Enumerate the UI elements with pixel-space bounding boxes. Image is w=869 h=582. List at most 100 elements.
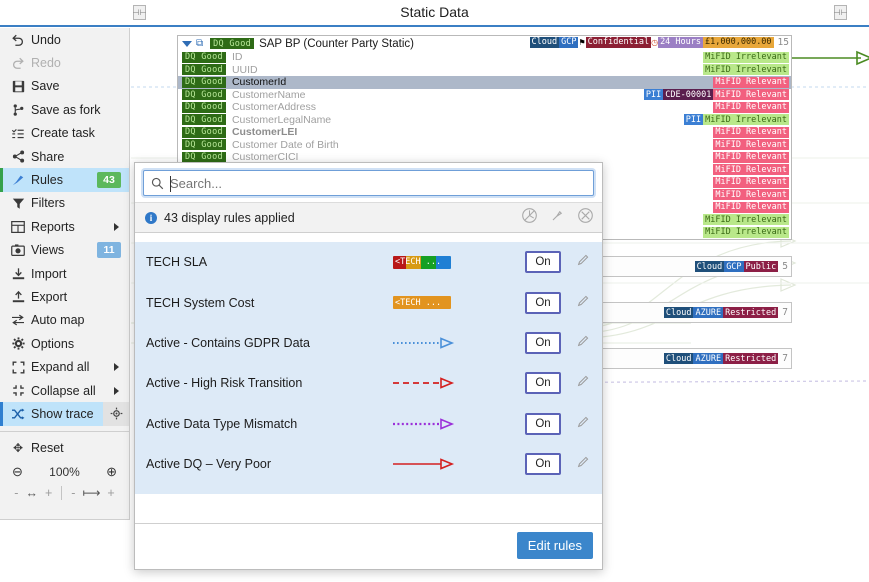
tree-row[interactable]: DQ Good CustomerAddress MiFID Relevant: [178, 101, 791, 114]
rule-toggle[interactable]: On: [525, 251, 561, 274]
tag-provider: AZURE: [693, 307, 724, 318]
row-tag: MiFID Relevant: [713, 101, 789, 113]
sidebar-item-export[interactable]: Export: [0, 285, 129, 308]
row-tag: MiFID Relevant: [713, 76, 789, 88]
sidebar-item-auto-map[interactable]: Auto map: [0, 309, 129, 332]
clear-rules-icon[interactable]: [577, 207, 594, 229]
tag-classification: Restricted: [723, 307, 779, 318]
rule-row[interactable]: Active - Contains GDPR Data On: [135, 322, 602, 364]
rule-toggle[interactable]: On: [525, 331, 561, 354]
zoom-out-icon[interactable]: ⊖: [12, 464, 23, 480]
sidebar-item-save-as-fork[interactable]: Save as fork: [0, 98, 129, 121]
sidebar-item-views[interactable]: Views 11: [0, 239, 129, 262]
rule-row[interactable]: TECH SLA <TECH ... On: [135, 242, 602, 283]
width-increase-button[interactable]: +: [45, 486, 52, 500]
fit-width-icon[interactable]: ↔: [25, 486, 38, 500]
sidebar-menu[interactable]: Undo Redo Save Save as fork Create task Share…: [0, 28, 130, 520]
edit-rules-button[interactable]: Edit rules: [516, 532, 593, 559]
pencil-icon[interactable]: [577, 334, 590, 352]
tree-row[interactable]: DQ Good ID MiFID Irrelevant: [178, 51, 791, 64]
chevron-right-icon[interactable]: [114, 363, 119, 372]
pencil-icon[interactable]: [577, 374, 590, 392]
tree-row-label: ID: [231, 51, 243, 64]
collapse-right-panel-button[interactable]: ⊣⊢: [834, 5, 847, 20]
search-area: [135, 163, 602, 202]
sidebar-item-options[interactable]: Options: [0, 332, 129, 355]
sidebar-item-undo[interactable]: Undo: [0, 28, 129, 51]
row-tag: MiFID Relevant: [713, 139, 789, 151]
rule-row[interactable]: Active DQ – ModerateOn: [135, 484, 602, 494]
rule-row[interactable]: Active - High Risk Transition On: [135, 363, 602, 404]
tree-row[interactable]: DQ Good CustomerLegalName PII MiFID Irrelev…: [178, 114, 791, 127]
sidebar-item-show-trace[interactable]: Show trace: [0, 402, 129, 427]
sidebar-item-label: Filters: [31, 196, 66, 211]
task-icon: [8, 125, 28, 141]
row-tag: MiFID Irrelevant: [703, 114, 789, 126]
tree-row-tags: MiFID Relevant: [713, 164, 789, 177]
dialog-toolbar: [521, 207, 594, 229]
search-input[interactable]: [170, 175, 593, 191]
rule-style-preview: <TECH ...: [393, 250, 513, 274]
dq-badge: DQ Good: [182, 101, 226, 113]
node-header[interactable]: ⧉ DQ Good SAP BP (Counter Party Static) …: [178, 36, 791, 51]
sidebar-item-redo[interactable]: Redo: [0, 51, 129, 74]
import-icon: [8, 266, 28, 282]
rule-row[interactable]: Active DQ – Very Poor On: [135, 443, 602, 485]
tree-row[interactable]: DQ Good Customer Date of Birth MiFID Relev…: [178, 139, 791, 152]
height-increase-button[interactable]: +: [107, 486, 114, 500]
fit-height-icon[interactable]: ⟼: [82, 485, 100, 500]
zoom-in-icon[interactable]: ⊕: [106, 464, 117, 480]
tree-row-tags: MiFID Relevant: [713, 176, 789, 189]
sidebar-item-rules[interactable]: Rules 43: [0, 168, 129, 193]
sidebar-item-save[interactable]: Save: [0, 75, 129, 98]
node-count: 15: [777, 36, 789, 48]
sidebar-item-create-task[interactable]: Create task: [0, 122, 129, 145]
pencil-icon[interactable]: [577, 253, 590, 271]
save-icon: [8, 78, 28, 94]
brush-icon[interactable]: [550, 208, 565, 228]
tag-classification: Restricted: [723, 353, 779, 364]
tree-row[interactable]: DQ Good CustomerId MiFID Relevant: [178, 76, 791, 89]
chevron-right-icon[interactable]: [114, 223, 119, 232]
height-decrease-button[interactable]: -: [71, 486, 75, 500]
sidebar-item-reports[interactable]: Reports: [0, 215, 129, 238]
sidebar-item-filters[interactable]: Filters: [0, 192, 129, 215]
sidebar-item-collapse-all[interactable]: Collapse all: [0, 379, 129, 402]
tree-row[interactable]: DQ Good CustomerName PII CDE-00001 MiFID Rel…: [178, 89, 791, 102]
tree-row[interactable]: DQ Good UUID MiFID Irrelevant: [178, 64, 791, 77]
tag-value: £1,000,000.00: [703, 36, 774, 48]
display-rules-dialog[interactable]: i 43 display rules applied TECH SLA <TECH…: [134, 162, 603, 570]
rule-toggle[interactable]: On: [525, 291, 561, 314]
open-external-icon[interactable]: ⧉: [196, 38, 203, 49]
spacing-control-row[interactable]: - ↔ + - ⟼ +: [0, 482, 129, 503]
rule-name: Active - High Risk Transition: [146, 376, 303, 391]
chevron-right-icon[interactable]: [114, 386, 119, 395]
pencil-icon[interactable]: [577, 415, 590, 433]
tree-row-tags: MiFID Relevant: [713, 151, 789, 164]
rule-toggle[interactable]: On: [525, 412, 561, 435]
caret-down-icon[interactable]: [182, 40, 192, 47]
rule-row[interactable]: Active Data Type Mismatch On: [135, 403, 602, 444]
pencil-icon[interactable]: [577, 455, 590, 473]
node-header-tags: Cloud GCP ⚑ Confidential ◷ 24 Hours £1,0…: [529, 36, 789, 49]
rule-toggle[interactable]: On: [525, 372, 561, 395]
sidebar-items: Undo Redo Save Save as fork Create task Share…: [0, 28, 129, 427]
tree-row[interactable]: DQ Good CustomerLEI MiFID Relevant: [178, 126, 791, 139]
pencil-icon[interactable]: [577, 294, 590, 312]
rule-toggle[interactable]: On: [525, 453, 561, 476]
sidebar-item-share[interactable]: Share: [0, 145, 129, 168]
search-box[interactable]: [143, 170, 594, 196]
automap-icon: [8, 312, 28, 328]
rules-list[interactable]: TECH SLA <TECH ... On TECH System Cost <TECH…: [135, 242, 602, 494]
sidebar-item-reset[interactable]: ✥ Reset: [0, 437, 129, 460]
sidebar-item-import[interactable]: Import: [0, 262, 129, 285]
width-decrease-button[interactable]: -: [14, 486, 18, 500]
sidebar-item-expand-all[interactable]: Expand all: [0, 355, 129, 378]
disable-rules-icon[interactable]: [521, 207, 538, 229]
info-bar: i 43 display rules applied: [135, 202, 602, 233]
tree-row-tags: MiFID Irrelevant: [703, 64, 789, 77]
rule-row[interactable]: TECH System Cost <TECH ... On: [135, 282, 602, 323]
zoom-control-row[interactable]: ⊖ 100% ⊕: [0, 460, 129, 482]
trace-settings-icon[interactable]: [103, 402, 129, 426]
sidebar-item-label: Views: [31, 243, 65, 258]
